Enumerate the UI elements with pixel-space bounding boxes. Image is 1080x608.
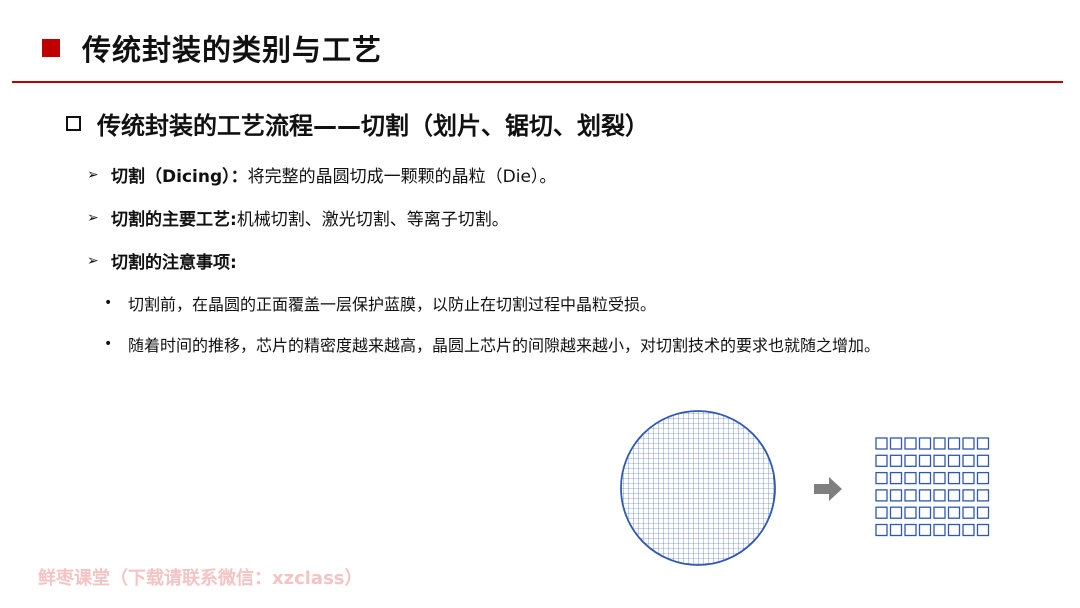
note-text: 随着时间的推移，芯片的精密度越来越高，晶圆上芯片的间隙越来越小，对切割技术的要求…: [128, 336, 881, 355]
dies-figure: [875, 437, 990, 537]
die-square: [918, 506, 932, 519]
die-square: [976, 523, 990, 537]
arrow-bullet-icon: ➢: [87, 166, 99, 183]
die-square: [875, 437, 888, 450]
die-square: [875, 489, 888, 502]
bullet-dicing: ➢ 切割（Dicing）： 将完整的晶圆切成一颗颗的晶粒（Die）。: [87, 162, 557, 188]
die-square: [976, 489, 990, 502]
bullet-label: 切割的主要工艺:: [111, 210, 237, 230]
dot-bullet-icon: •: [104, 336, 113, 352]
title-bar: 传统封装的类别与工艺: [42, 26, 382, 70]
die-square: [918, 523, 932, 537]
die-square: [962, 437, 975, 450]
right-arrow-icon: [814, 477, 842, 501]
arrow-bullet-icon: ➢: [87, 252, 99, 269]
die-square: [933, 506, 946, 519]
die-square: [962, 489, 975, 502]
die-square: [889, 471, 903, 485]
note-text: 切割前，在晶圆的正面覆盖一层保护蓝膜，以防止在切割过程中晶粒受损。: [128, 295, 657, 314]
hollow-square-icon: [66, 116, 81, 131]
bullet-notes: ➢ 切割的注意事项:: [87, 248, 237, 274]
die-square: [947, 523, 961, 537]
title-divider: [12, 81, 1063, 83]
die-square: [962, 454, 975, 467]
die-square: [933, 454, 946, 467]
page-title: 传统封装的类别与工艺: [82, 33, 383, 67]
die-square: [947, 506, 961, 519]
die-square: [904, 454, 917, 467]
die-square: [889, 454, 903, 467]
die-square: [904, 471, 917, 485]
die-square: [918, 489, 932, 502]
bullet-methods: ➢ 切割的主要工艺: 机械切割、激光切割、等离子切割。: [87, 205, 509, 231]
note-item: • 随着时间的推移，芯片的精密度越来越高，晶圆上芯片的间隙越来越小，对切割技术的…: [104, 332, 880, 356]
die-square: [918, 437, 932, 450]
die-square: [947, 454, 961, 467]
bullet-text: 将完整的晶圆切成一颗颗的晶粒（Die）。: [247, 167, 557, 187]
die-square: [947, 437, 961, 450]
die-square: [889, 489, 903, 502]
wafer-circle: [620, 410, 776, 566]
die-square: [918, 454, 932, 467]
title-square-icon: [42, 39, 60, 57]
die-square: [962, 471, 975, 485]
die-square: [976, 454, 990, 467]
die-square: [976, 471, 990, 485]
die-square: [904, 523, 917, 537]
die-square: [962, 506, 975, 519]
note-item: • 切割前，在晶圆的正面覆盖一层保护蓝膜，以防止在切割过程中晶粒受损。: [104, 291, 656, 315]
die-square: [933, 437, 946, 450]
die-square: [904, 437, 917, 450]
die-square: [904, 489, 917, 502]
die-square: [933, 471, 946, 485]
die-square: [933, 489, 946, 502]
die-square: [976, 437, 990, 450]
die-square: [875, 506, 888, 519]
die-square: [976, 506, 990, 519]
die-square: [889, 437, 903, 450]
bullet-label: 切割的注意事项:: [111, 253, 237, 273]
die-square: [889, 523, 903, 537]
die-square: [904, 506, 917, 519]
die-square: [875, 471, 888, 485]
die-square: [889, 506, 903, 519]
die-square: [962, 523, 975, 537]
die-square: [947, 471, 961, 485]
arrow-bullet-icon: ➢: [87, 209, 99, 226]
dot-bullet-icon: •: [104, 295, 113, 311]
die-square: [933, 523, 946, 537]
section-subtitle: 传统封装的工艺流程——切割（划片、锯切、划裂）: [97, 112, 649, 140]
bullet-text: 机械切割、激光切割、等离子切割。: [236, 210, 509, 230]
die-square: [947, 489, 961, 502]
die-square: [875, 523, 888, 537]
section-heading: 传统封装的工艺流程——切割（划片、锯切、划裂）: [66, 106, 649, 141]
wafer-figure: [620, 410, 776, 566]
bullet-label: 切割（Dicing）：: [111, 167, 248, 187]
watermark-text: 鲜枣课堂（下载请联系微信：xzclass）: [38, 568, 363, 589]
die-square: [875, 454, 888, 467]
die-square: [918, 471, 932, 485]
